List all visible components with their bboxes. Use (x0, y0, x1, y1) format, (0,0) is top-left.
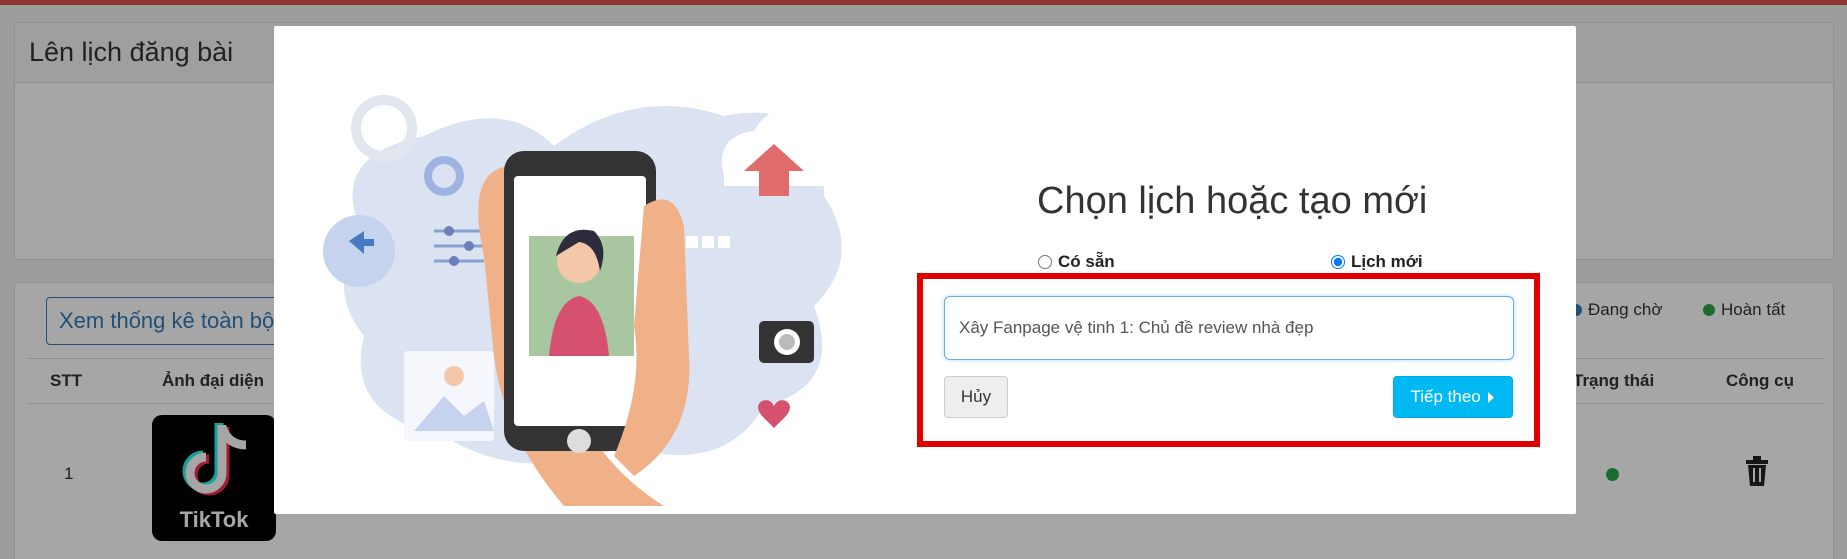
modal-title: Chọn lịch hoặc tạo mới (1037, 180, 1428, 222)
cancel-button[interactable]: Hủy (944, 376, 1008, 418)
next-button-label: Tiếp theo (1410, 387, 1481, 406)
schedule-modal: Chọn lịch hoặc tạo mới Có sẵn Lịch mới H… (274, 26, 1576, 514)
radio-existing-label: Có sẵn (1058, 252, 1115, 271)
social-media-illustration (323, 95, 854, 506)
radio-new[interactable]: Lịch mới (1331, 252, 1423, 272)
next-button[interactable]: Tiếp theo (1393, 376, 1513, 418)
radio-existing[interactable]: Có sẵn (1038, 252, 1115, 272)
radio-new-label: Lịch mới (1351, 252, 1423, 271)
schedule-name-input[interactable] (944, 296, 1514, 360)
radio-existing-input[interactable] (1038, 255, 1052, 269)
caret-right-icon (1488, 392, 1495, 404)
radio-new-input[interactable] (1331, 255, 1345, 269)
